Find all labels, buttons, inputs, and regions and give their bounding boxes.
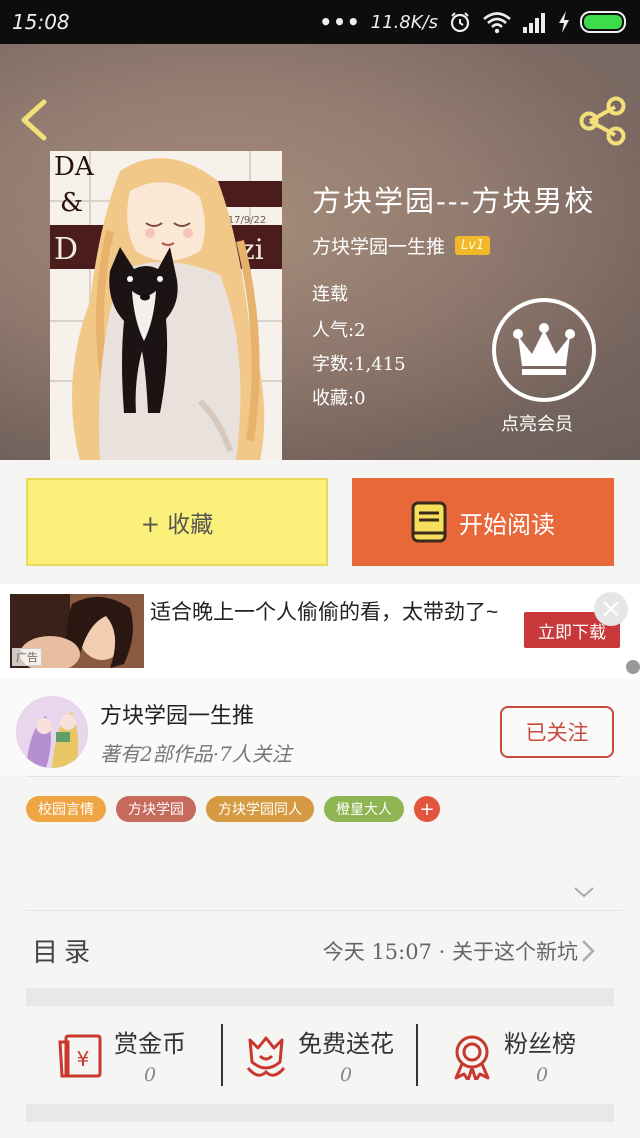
tag-item[interactable]: 方块学园同人 [206,796,314,822]
charging-icon [559,11,569,33]
author-stats: 著有2部作品·7人关注 [100,742,292,766]
divider [416,1024,418,1086]
favorites-count: 收藏:0 [312,388,366,409]
chevron-right-icon [582,940,595,962]
ad-image[interactable]: 广告 [10,594,144,668]
section-separator [26,988,614,1006]
ad-info-icon [626,660,640,674]
reward-label: 赏金币 [114,1030,186,1058]
avatar-art [16,696,88,768]
collect-button[interactable]: + 收藏 [26,478,328,566]
cover-text-3: D [54,232,78,267]
level-badge: Lv1 [455,236,491,255]
author-section: 方块学园一生推 著有2部作品·7人关注 已关注 [0,678,640,776]
reward-coins[interactable]: ¥ 赏金币 0 [58,1020,208,1100]
ad-banner[interactable]: 广告 适合晚上一个人偷偷的看，太带劲了~ 立即下载 × [0,584,640,678]
tag-item[interactable]: 方块学园 [116,796,196,822]
author-row[interactable]: 方块学园一生推 Lv1 [312,232,491,259]
tag-list: 校园言情 方块学园 方块学园同人 橙皇大人 + [26,796,440,822]
catalog-row[interactable]: 目录 今天 15:07 · 关于这个新坑 [0,912,640,988]
battery-icon [580,11,626,33]
popularity: 人气:2 [312,320,366,341]
follow-button[interactable]: 已关注 [500,706,614,758]
book-title: 方块学园---方块男校 [312,184,596,218]
close-icon[interactable]: × [594,592,628,626]
add-tag-button[interactable]: + [414,796,440,822]
latest-chapter[interactable]: 今天 15:07 · 关于这个新坑 [323,936,578,966]
cover-text-1: DA [54,152,95,182]
status-icons: ••• 11.8K/s [319,8,630,36]
tag-item[interactable]: 校园言情 [26,796,106,822]
reward-count: 0 [144,1064,157,1086]
divider [26,776,622,777]
book-cover[interactable]: DA & D zi 2017/9/22 [50,151,282,460]
serial-status: 连载 [312,284,348,305]
section-separator [26,1104,614,1122]
catalog-title: 目录 [32,938,97,968]
status-time: 15:08 [12,10,70,34]
word-count: 字数:1,415 [312,354,406,375]
reward-label: 免费送花 [298,1030,394,1058]
red-envelope-icon: ¥ [58,1034,102,1078]
network-speed: 11.8K/s [370,11,438,33]
reward-count: 0 [536,1064,549,1086]
vip-label: 点亮会员 [501,414,573,435]
reward-count: 0 [340,1064,353,1086]
chevron-down-icon[interactable] [572,884,596,900]
cover-text-2: & [60,188,83,218]
divider [221,1024,223,1086]
signal-icon [523,13,545,33]
status-bar: 15:08 ••• 11.8K/s [0,0,640,44]
alarm-icon [450,12,470,33]
reward-flowers[interactable]: 免费送花 0 [242,1020,412,1100]
collect-label: + 收藏 [140,512,214,538]
avatar[interactable] [16,696,88,768]
tag-item[interactable]: 橙皇大人 [324,796,404,822]
flower-icon [246,1036,286,1077]
start-reading-label: 开始阅读 [459,510,555,539]
medal-icon [454,1035,490,1080]
vip-button[interactable] [492,298,596,402]
start-reading-button[interactable]: 开始阅读 [352,478,614,566]
ad-text[interactable]: 适合晚上一个人偷偷的看，太带劲了~ [150,598,510,628]
crown-icon [513,323,575,375]
chevron-left-icon[interactable] [14,96,54,144]
divider [26,910,622,911]
author-section-name[interactable]: 方块学园一生推 [100,698,254,730]
share-icon[interactable] [578,96,628,146]
ad-tag: 广告 [12,648,42,666]
reward-label: 粉丝榜 [504,1030,576,1058]
book-header: DA & D zi 2017/9/22 方块学园---方块男校 方块学园一生推 [0,44,640,460]
svg-text:¥: ¥ [77,1047,90,1071]
more-dots-icon: ••• [319,10,361,34]
rewards-bar: ¥ 赏金币 0 免费送花 0 粉丝榜 0 [0,1006,640,1104]
book-icon [411,501,447,543]
wifi-icon [483,12,511,34]
author-name[interactable]: 方块学园一生推 [312,232,445,259]
cover-illustration: DA & D zi 2017/9/22 [50,151,282,460]
reward-fans-ranking[interactable]: 粉丝榜 0 [448,1020,598,1100]
